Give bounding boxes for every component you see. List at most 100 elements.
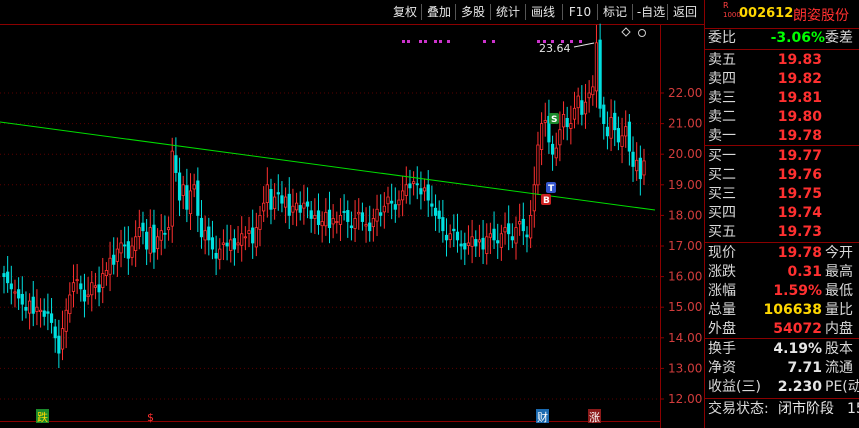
candle-body xyxy=(134,236,138,251)
price-tick-label: 16.00 xyxy=(668,270,702,284)
candle-body xyxy=(86,294,90,297)
candle-body xyxy=(79,283,83,290)
ask-row-5-label: 卖五 xyxy=(708,52,736,68)
weibi-value: -3.06% xyxy=(770,30,825,46)
candle-body xyxy=(236,242,240,246)
fin-row-1-label: 净资 xyxy=(708,360,736,376)
candle-body xyxy=(71,282,76,292)
stock-name[interactable]: 朗姿股份 xyxy=(793,5,849,25)
candle-body xyxy=(602,104,606,124)
stat-row-2-label: 涨幅 xyxy=(708,283,736,299)
candle-body xyxy=(152,224,156,253)
candle-body xyxy=(305,201,310,207)
candle-body xyxy=(455,231,460,241)
candle-body xyxy=(112,254,116,265)
ask-row-3-label: 卖三 xyxy=(708,90,736,106)
candle-body xyxy=(536,144,540,186)
candle-body xyxy=(130,245,134,258)
fin-row-1-value: 7.71 xyxy=(787,360,822,376)
stat-row-3-value: 106638 xyxy=(763,302,822,318)
candle-body xyxy=(13,291,17,294)
candle-body xyxy=(532,184,536,212)
candle-body xyxy=(404,184,408,196)
bid-row-2-value: 19.76 xyxy=(777,167,822,183)
candlestick-chart[interactable]: 22.00 21.00 20.00 19.00 18.00 17.00 16.00 15.00… xyxy=(0,0,704,428)
candle-body xyxy=(587,92,591,99)
candle-body xyxy=(309,210,313,219)
stock-code[interactable]: 002612 xyxy=(739,6,793,21)
candle-body xyxy=(196,180,200,216)
candle-body xyxy=(53,326,57,339)
stat-row-3: 总量 106638 量比 xyxy=(705,301,859,320)
signal-dot xyxy=(492,40,495,43)
candle-body xyxy=(57,335,61,354)
candle-body xyxy=(68,294,72,315)
candle-body xyxy=(185,185,189,210)
candle-body xyxy=(283,196,288,208)
candle-body xyxy=(441,217,445,232)
bid-row-3: 买三 19.75 xyxy=(705,185,859,204)
candle-body xyxy=(543,120,547,123)
trend-line xyxy=(0,121,656,211)
candle-body xyxy=(276,192,280,195)
marker-t: T xyxy=(548,184,555,194)
ask-row-5-value: 19.83 xyxy=(777,52,822,68)
candle-body xyxy=(613,112,617,131)
bottom-mark-3: 涨 xyxy=(589,411,600,424)
ask-row-2-label: 卖二 xyxy=(708,109,736,125)
candle-body xyxy=(576,95,580,109)
candle-body xyxy=(163,232,167,235)
ask-row-4-label: 卖四 xyxy=(708,71,736,87)
candle-body xyxy=(320,221,324,227)
candle-body xyxy=(188,190,193,215)
candle-body xyxy=(496,240,500,244)
trade-status-label: 交易状态: xyxy=(708,401,769,417)
candle-body xyxy=(31,296,35,314)
bottom-mark-1: $ xyxy=(147,411,154,424)
fin-row-2-value: 2.230 xyxy=(777,379,822,395)
ask-row-1-label: 卖一 xyxy=(708,128,736,144)
stat-row-0: 现价 19.78 今开 xyxy=(705,244,859,263)
candle-body xyxy=(49,313,54,323)
candle-body xyxy=(104,270,108,277)
candle-body xyxy=(357,211,361,215)
candle-body xyxy=(558,129,562,146)
candle-body xyxy=(561,114,566,128)
candle-body xyxy=(386,196,390,205)
weibi-label: 委比 xyxy=(708,30,736,46)
stat-row-1: 涨跌 0.31 最高 xyxy=(705,263,859,282)
candle-body xyxy=(174,155,178,173)
candle-body xyxy=(331,218,335,225)
candle-body xyxy=(419,188,423,195)
candle-body xyxy=(631,151,635,167)
candle-body xyxy=(401,190,405,201)
candle-body xyxy=(75,279,79,282)
candle-body xyxy=(466,242,471,246)
candle-body xyxy=(550,143,555,155)
candle-body xyxy=(499,233,503,248)
candle-body xyxy=(291,205,295,213)
fin-row-0: 换手 4.19% 股本 xyxy=(705,340,859,359)
price-tick-label: 22.00 xyxy=(668,86,702,100)
candle-body xyxy=(101,273,105,288)
trade-status-row: 交易状态: 闭市阶段 15 xyxy=(705,400,859,419)
bid-row-3-value: 19.75 xyxy=(777,186,822,202)
candle-body xyxy=(108,257,112,275)
candle-body xyxy=(565,117,569,128)
candle-body xyxy=(594,42,599,92)
ask-row-2-value: 19.80 xyxy=(777,109,822,125)
candle-body xyxy=(2,273,6,278)
signal-dot xyxy=(439,40,442,43)
candle-body xyxy=(38,309,43,313)
candle-body xyxy=(598,39,602,109)
candle-body xyxy=(635,159,639,172)
candle-body xyxy=(181,184,185,196)
ask-row-5: 卖五 19.83 xyxy=(705,51,859,70)
candle-body xyxy=(518,221,522,225)
price-tick-label: 12.00 xyxy=(668,392,702,406)
peak-price-label: 23.64 xyxy=(539,42,571,55)
fin-row-2: 收益(三) 2.230 PE(动 xyxy=(705,378,859,397)
candle-body xyxy=(327,209,332,229)
candle-body xyxy=(554,147,558,159)
candle-body xyxy=(17,289,21,299)
